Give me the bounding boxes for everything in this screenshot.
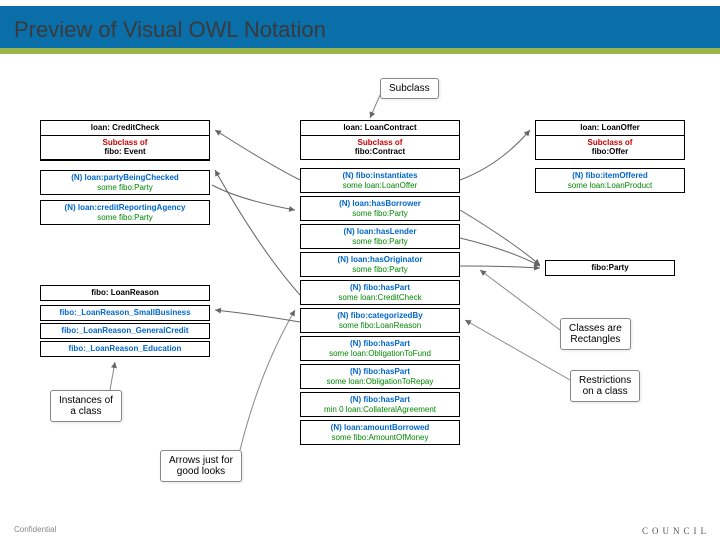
subclass-row: Subclass of fibo:Offer (536, 136, 684, 159)
instance-education: fibo:_LoanReason_Education (40, 341, 210, 357)
restriction-has-originator: (N) loan:hasOriginatorsome fibo:Party (300, 252, 460, 277)
footer-logo: COUNCIL (642, 526, 710, 536)
class-loan-offer: loan: LoanOffer Subclass of fibo:Offer (535, 120, 685, 160)
class-header: loan: CreditCheck (41, 121, 209, 136)
instance-general-credit: fibo:_LoanReason_GeneralCredit (40, 323, 210, 339)
note-restrictions: Restrictions on a class (570, 370, 640, 402)
restriction-item-offered: (N) fibo:itemOfferedsome loan:LoanProduc… (535, 168, 685, 193)
restriction-categorized-by: (N) fibo:categorizedBysome fibo:LoanReas… (300, 308, 460, 333)
restriction-has-part-credit: (N) fibo:hasPartsome loan:CreditCheck (300, 280, 460, 305)
class-loan-reason: fibo: LoanReason (40, 285, 210, 301)
class-credit-check: loan: CreditCheck Subclass of fibo: Even… (40, 120, 210, 161)
subclass-row: Subclass of fibo: Event (41, 136, 209, 160)
class-party: fibo:Party (545, 260, 675, 276)
restriction-has-lender: (N) loan:hasLendersome fibo:Party (300, 224, 460, 249)
instance-small-business: fibo:_LoanReason_SmallBusiness (40, 305, 210, 321)
note-classes-rectangles: Classes are Rectangles (560, 318, 631, 350)
note-subclass: Subclass (380, 78, 439, 99)
footer-text: Confidential (14, 525, 56, 534)
restriction-instantiates: (N) fibo:instantiatessome loan:LoanOffer (300, 168, 460, 193)
restriction-has-part-fund: (N) fibo:hasPartsome loan:ObligationToFu… (300, 336, 460, 361)
restriction-has-part-collateral: (N) fibo:hasPartmin 0 loan:CollateralAgr… (300, 392, 460, 417)
restriction-reporting-agency: (N) loan:creditReportingAgency some fibo… (40, 200, 210, 225)
class-loan-contract: loan: LoanContract Subclass of fibo:Cont… (300, 120, 460, 160)
restriction-has-borrower: (N) loan:hasBorrowersome fibo:Party (300, 196, 460, 221)
note-instances: Instances of a class (50, 390, 122, 422)
title-bar: Preview of Visual OWL Notation (0, 0, 720, 54)
diagram-canvas: Subclass loan: CreditCheck Subclass of f… (0, 70, 720, 530)
subclass-row: Subclass of fibo:Contract (301, 136, 459, 159)
page-title: Preview of Visual OWL Notation (14, 17, 326, 43)
restriction-has-part-repay: (N) fibo:hasPartsome loan:ObligationToRe… (300, 364, 460, 389)
note-arrows: Arrows just for good looks (160, 450, 242, 482)
restriction-party-checked: (N) loan:partyBeingChecked some fibo:Par… (40, 170, 210, 195)
restriction-amount-borrowed: (N) loan:amountBorrowedsome fibo:AmountO… (300, 420, 460, 445)
